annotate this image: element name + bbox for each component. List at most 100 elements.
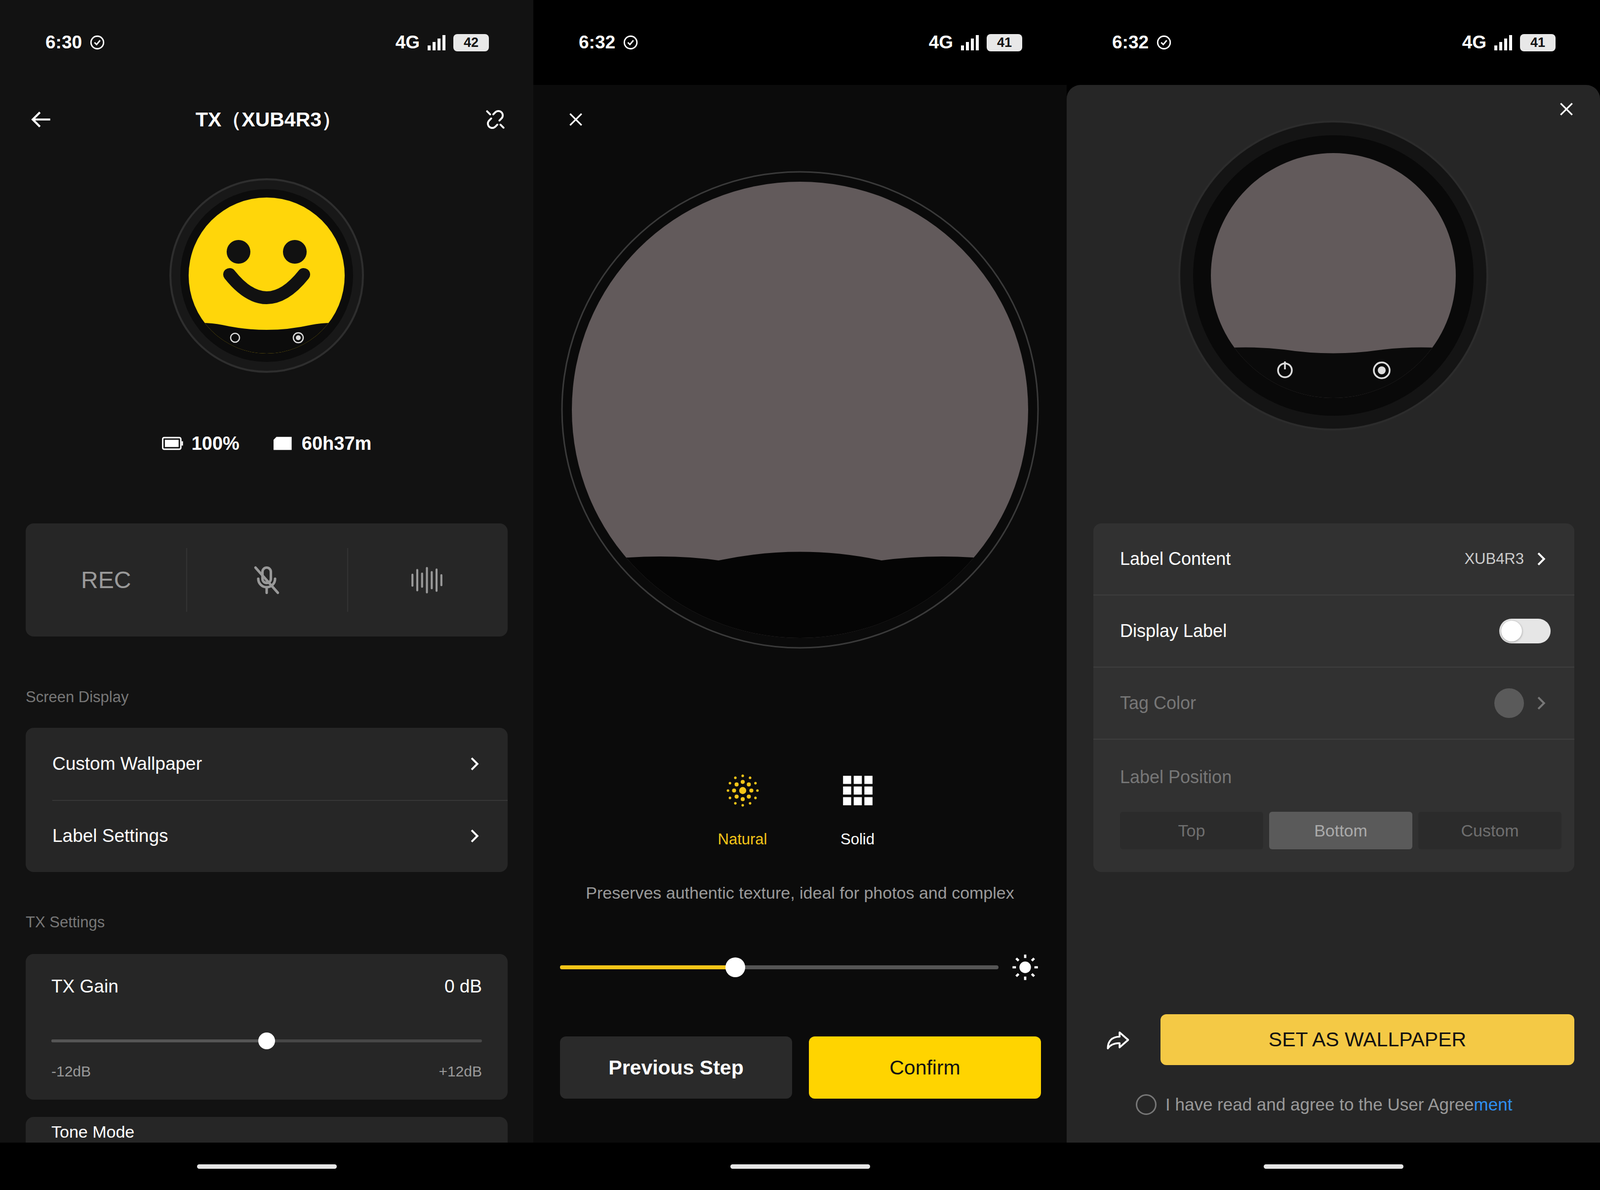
home-indicator[interactable] [730,1164,871,1169]
settings-row[interactable]: Custom Wallpaper [25,727,508,800]
agreement: I have read and agree to the User Agreem… [1066,1093,1600,1116]
wallpaper-preview[interactable] [533,170,1067,650]
color-row: Tag Color [1093,667,1575,740]
home-indicator[interactable] [197,1164,337,1169]
position-segmented-control: TopBottomCustom [1120,811,1562,850]
close-icon[interactable] [565,109,586,130]
tx-gain-slider[interactable] [51,1031,482,1051]
battery-badge: 41 [1520,34,1556,52]
mode-selector: NaturalSolid [533,772,1067,849]
check-circle-icon [88,34,106,51]
sheet-backdrop: Label ContentXUB4R3Display LabelTag Colo… [1066,84,1600,1143]
device-body: TX（XUB4R3） 100% 60h37m REC Screen Display Cus… [0,84,534,1143]
display-label-toggle[interactable] [1499,618,1551,644]
chevron-right-icon [464,754,484,774]
status-bar: 6:30 4G 42 [0,0,534,85]
section-label: TX Settings [25,913,508,932]
network-type: 4G [1462,32,1487,53]
waveform-button[interactable] [347,523,508,637]
label-settings-card: Label ContentXUB4R3Display LabelTag Colo… [1093,523,1575,873]
chevron-right-icon [1530,693,1551,714]
device-wallpaper-photo [1175,117,1492,434]
check-circle-icon [1155,34,1173,51]
section-label: Screen Display [25,688,508,707]
tx-gain-label: TX Gain [51,976,119,997]
step-buttons: Previous StepConfirm [533,1036,1067,1099]
check-circle-icon [622,34,640,51]
status-bar: 6:32 4G 41 [1066,0,1600,85]
mic-off-button[interactable] [186,523,347,637]
header: TX（XUB4R3） [0,84,534,155]
status-time: 6:32 [1112,32,1149,53]
solid-mode-option[interactable]: Solid [808,772,908,849]
position-option[interactable]: Custom [1418,811,1562,850]
unlink-icon[interactable] [482,107,508,132]
bottom-sheet: Label ContentXUB4R3Display LabelTag Colo… [1066,84,1600,1143]
share-icon[interactable] [1105,1027,1132,1053]
waveform-icon [409,563,445,598]
rec-button[interactable]: REC [25,523,187,637]
agreement-checkbox[interactable] [1135,1094,1157,1116]
battery-stat: 100% [161,433,240,455]
home-indicator[interactable] [1263,1164,1404,1169]
brightness-slider[interactable] [533,952,1067,983]
storage-stat: 60h37m [272,433,372,455]
toggle-row[interactable]: Display Label [1093,595,1575,668]
signal-icon [426,34,447,51]
back-arrow-icon[interactable] [29,107,55,132]
battery-badge: 42 [453,34,489,52]
close-icon[interactable] [1556,99,1577,120]
control-card: REC [25,523,508,637]
status-time: 6:30 [45,32,82,53]
tx-gain-reading: 0 dB [444,976,482,997]
settings-row[interactable]: Label Settings [25,800,508,873]
navigation-bar [1066,1142,1600,1190]
device-preview [1066,117,1600,434]
signal-icon [960,34,980,51]
user-agreement-link[interactable]: ment [1474,1094,1513,1115]
mic-off-icon [248,563,285,598]
natural-dots-icon [724,772,761,809]
tx-gain-card: TX Gain 0 dB -12dB +12dB [25,954,508,1100]
brightness-sun-icon [1011,953,1040,982]
device-smiley-icon [167,176,366,375]
set-wallpaper-button[interactable]: SET AS WALLPAPER [1160,1014,1575,1066]
slider-thumb[interactable] [258,1032,276,1050]
chevron-right-icon [464,826,484,846]
network-type: 4G [395,32,420,53]
mode-description: Preserves authentic texture, ideal for p… [533,881,1067,904]
value-row[interactable]: Label ContentXUB4R3 [1093,523,1575,596]
device-screen: 6:30 4G 42 TX（XUB4R3） 100% 60h37m REC Screen Di… [0,0,534,1190]
natural-mode-option[interactable]: Natural [693,772,793,849]
navigation-bar [0,1142,534,1190]
battery-badge: 41 [986,34,1023,52]
secondary-button[interactable]: Previous Step [560,1036,793,1099]
chevron-right-icon [1530,549,1551,569]
min-label: -12dB [51,1062,91,1081]
header [533,84,1067,155]
navigation-bar [533,1142,1067,1190]
device-title: TX（XUB4R3） [54,106,483,134]
label-settings-screen: 6:32 4G 41 Label ContentXUB4R3Display Label… [1066,0,1600,1190]
position-option[interactable]: Bottom [1269,811,1413,850]
primary-button[interactable]: Confirm [808,1036,1041,1099]
tone-mode-card[interactable]: Tone Mode [25,1117,508,1143]
label-position: Label PositionTopBottomCustom [1093,739,1575,873]
solid-grid-icon [840,772,876,809]
device-stats: 100% 60h37m [0,429,534,458]
device-preview [0,176,534,375]
editor-body: NaturalSolid Preserves authentic texture,… [533,84,1067,1143]
tag-color-swatch [1494,688,1524,719]
action-area: SET AS WALLPAPER I have read and agree to… [1066,1014,1600,1143]
status-time: 6:32 [578,32,616,53]
max-label: +12dB [438,1062,482,1081]
slider-thumb[interactable] [725,957,746,978]
network-type: 4G [928,32,954,53]
status-bar: 6:32 4G 41 [533,0,1067,85]
sd-card-icon [272,436,294,451]
screen-display-card: Custom WallpaperLabel Settings [25,727,508,873]
position-option[interactable]: Top [1120,811,1264,850]
screenshot-collage: 6:30 4G 42 TX（XUB4R3） 100% 60h37m REC Screen Di… [0,0,1600,1190]
wallpaper-photo [560,170,1040,650]
signal-icon [1493,34,1514,51]
